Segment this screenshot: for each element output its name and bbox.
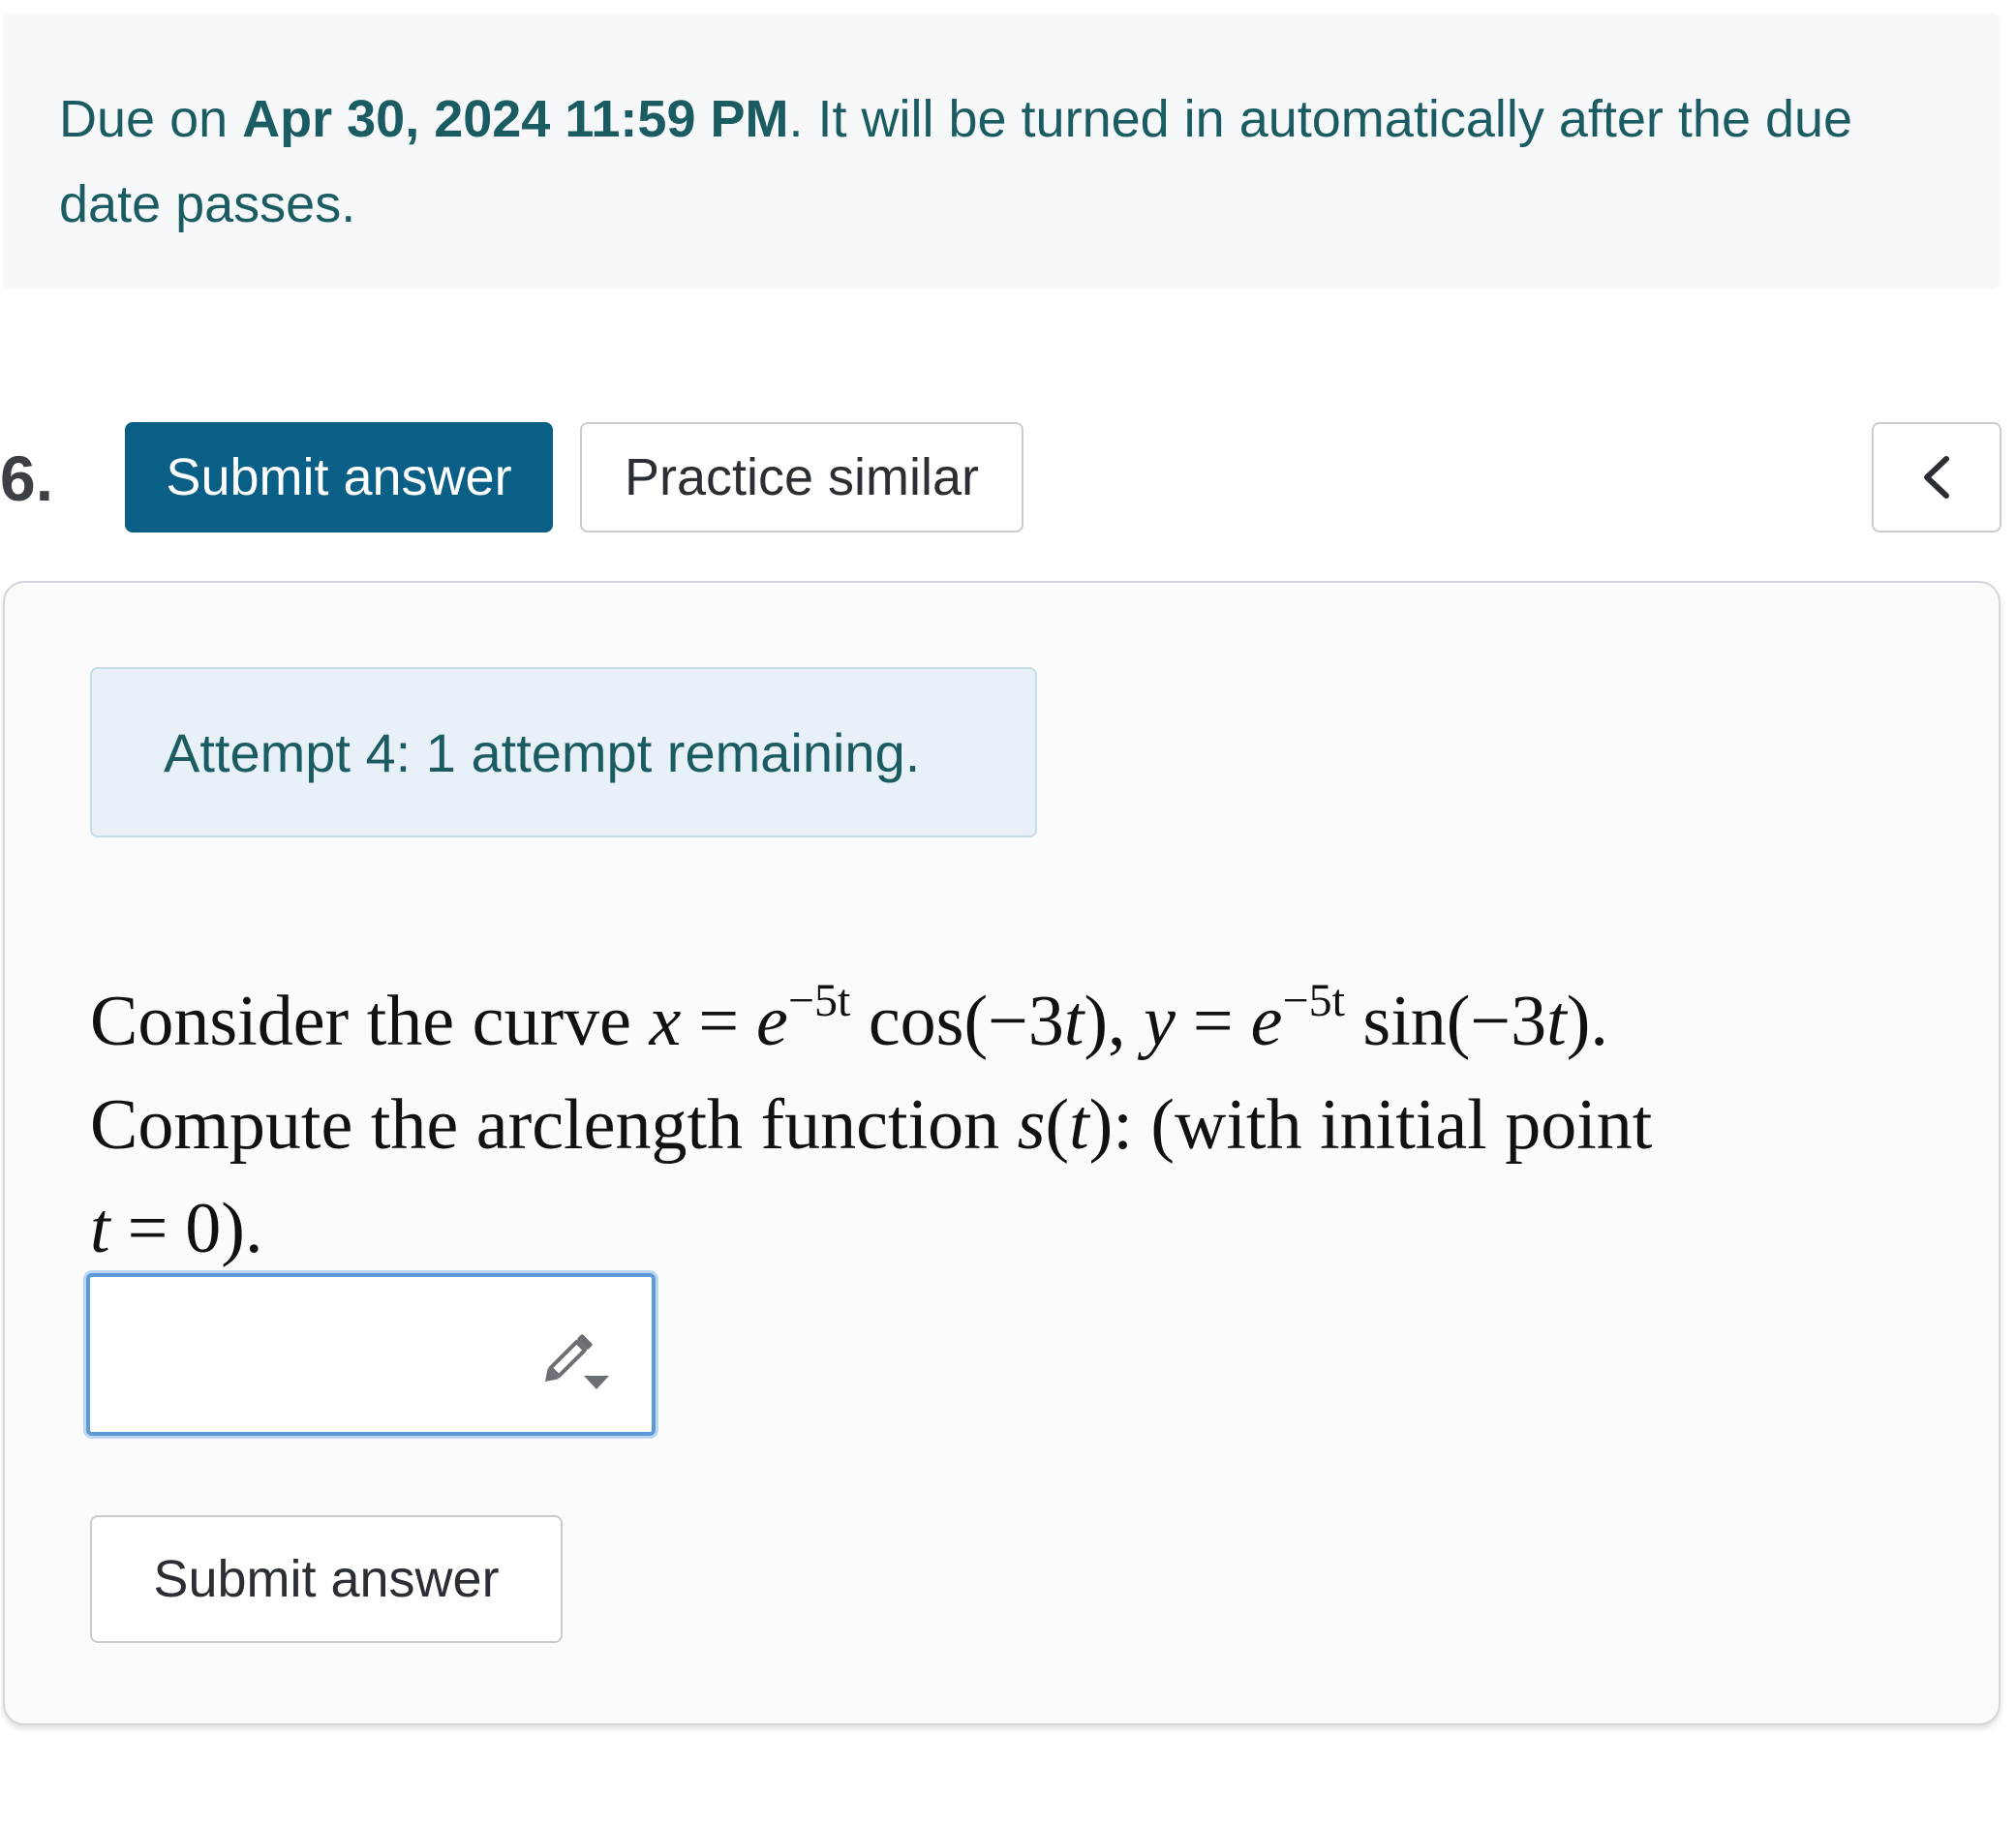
answer-input[interactable] — [86, 1273, 656, 1436]
pencil-dropdown-icon[interactable] — [541, 1325, 615, 1393]
due-date: Apr 30, 2024 11:59 PM — [242, 90, 789, 148]
question-card: Attempt 4: 1 attempt remaining. Consider… — [3, 581, 2001, 1725]
problem-statement: Consider the curve x = e−5t cos(−3t), y = e−… — [90, 970, 1891, 1281]
submit-answer-button[interactable]: Submit answer — [125, 422, 553, 532]
problem-line-2: Compute the arclength function s(t): (wi… — [90, 1085, 1653, 1165]
attempt-text: Attempt 4: 1 attempt remaining. — [164, 721, 921, 783]
question-number: 6. — [0, 442, 54, 514]
problem-line-3: t = 0). — [90, 1189, 263, 1268]
problem-line-1: Consider the curve x = e−5t cos(−3t), y = e−… — [90, 975, 1608, 1062]
due-date-banner: Due on Apr 30, 2024 11:59 PM. It will be… — [3, 13, 2000, 289]
submit-answer-bottom-button[interactable]: Submit answer — [90, 1515, 563, 1643]
practice-similar-button[interactable]: Practice similar — [580, 422, 1023, 532]
collapse-button[interactable] — [1872, 422, 2001, 532]
attempt-status: Attempt 4: 1 attempt remaining. — [90, 667, 1037, 837]
chevron-left-icon — [1924, 456, 1949, 499]
page: Due on Apr 30, 2024 11:59 PM. It will be… — [0, 0, 2016, 1825]
due-prefix: Due on — [59, 90, 243, 148]
